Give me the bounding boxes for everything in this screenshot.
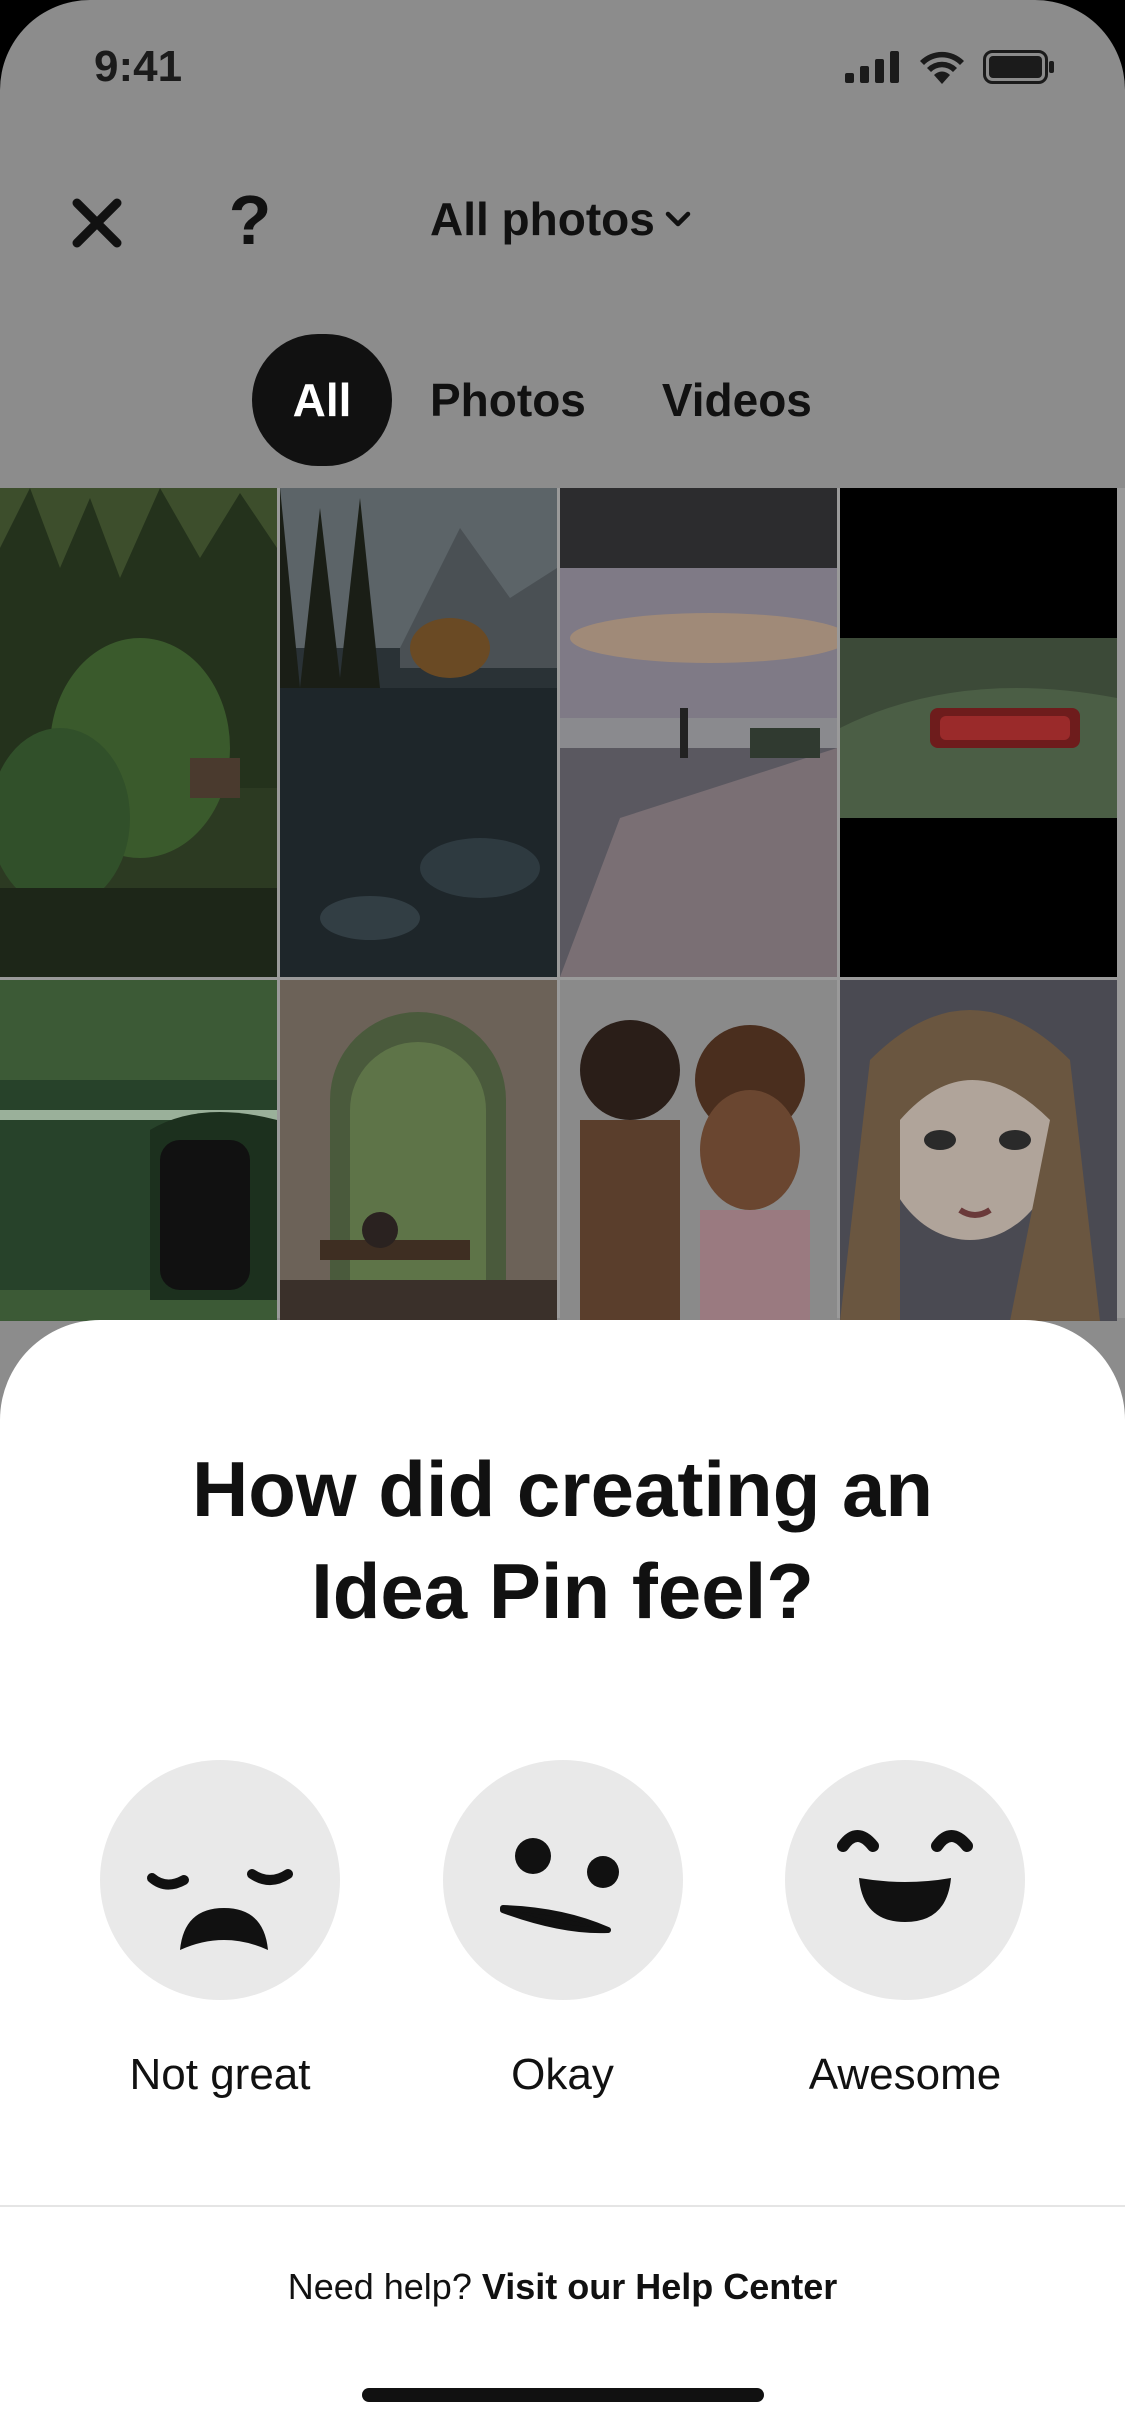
home-indicator	[362, 2388, 764, 2402]
help-center-link[interactable]: Visit our Help Center	[482, 2266, 837, 2307]
help-prefix: Need help?	[287, 2266, 472, 2307]
signal-icon	[845, 51, 899, 83]
question-line-2: Idea Pin feel?	[311, 1547, 814, 1635]
rating-options: Not great Okay Awesome	[100, 1760, 1025, 2100]
happy-face-icon	[837, 1830, 973, 1922]
rating-label: Okay	[511, 2050, 614, 2099]
status-bar: 9:41	[0, 0, 1125, 140]
album-dropdown[interactable]: All photos	[430, 192, 691, 246]
photo-thumbnail[interactable]	[840, 980, 1117, 1321]
help-footer: Need help? Visit our Help Center	[0, 2266, 1125, 2308]
close-icon	[72, 198, 122, 248]
face-button[interactable]	[100, 1760, 340, 2000]
photo-grid	[0, 488, 1125, 1321]
neutral-face-icon	[499, 1838, 619, 1934]
photo-thumbnail[interactable]	[840, 488, 1117, 977]
photo-thumbnail[interactable]	[560, 488, 837, 977]
feedback-sheet: How did creating an Idea Pin feel? Not g…	[0, 1320, 1125, 2436]
help-button[interactable]: ?	[220, 180, 280, 260]
filter-all[interactable]: All	[252, 334, 392, 466]
question-line-1: How did creating an	[191, 1445, 934, 1533]
feedback-question: How did creating an Idea Pin feel?	[0, 1438, 1125, 1642]
face-button[interactable]	[442, 1760, 683, 2000]
face-button[interactable]	[785, 1760, 1025, 2000]
rating-label: Awesome	[808, 2050, 1002, 2099]
rating-awesome[interactable]: Awesome	[785, 1760, 1025, 2100]
status-time: 9:41	[94, 42, 183, 91]
filter-videos[interactable]: Videos	[624, 334, 850, 466]
album-label: All photos	[430, 193, 655, 245]
photo-thumbnail[interactable]	[280, 980, 557, 1321]
photo-thumbnail[interactable]	[280, 488, 557, 977]
rating-not-great[interactable]: Not great	[100, 1760, 340, 2100]
rating-okay[interactable]: Okay	[442, 1760, 683, 2100]
top-bar: ? All photos	[0, 170, 1125, 280]
media-filter-tabs: All Photos Videos	[252, 334, 850, 466]
rating-label: Not great	[129, 2050, 311, 2099]
wifi-icon	[920, 51, 964, 84]
sad-face-icon	[147, 1869, 293, 1950]
photo-thumbnail[interactable]	[0, 488, 277, 977]
close-button[interactable]	[62, 188, 132, 258]
photo-thumbnail[interactable]	[560, 980, 837, 1321]
photo-picker-screen: 9:41 ? All photos All Photos Videos How …	[0, 0, 1125, 2436]
battery-icon	[983, 50, 1054, 84]
photo-thumbnail[interactable]	[0, 980, 277, 1321]
chevron-down-icon	[665, 211, 691, 227]
divider	[0, 2205, 1125, 2207]
filter-photos[interactable]: Photos	[392, 334, 624, 466]
status-icons	[845, 50, 1055, 84]
